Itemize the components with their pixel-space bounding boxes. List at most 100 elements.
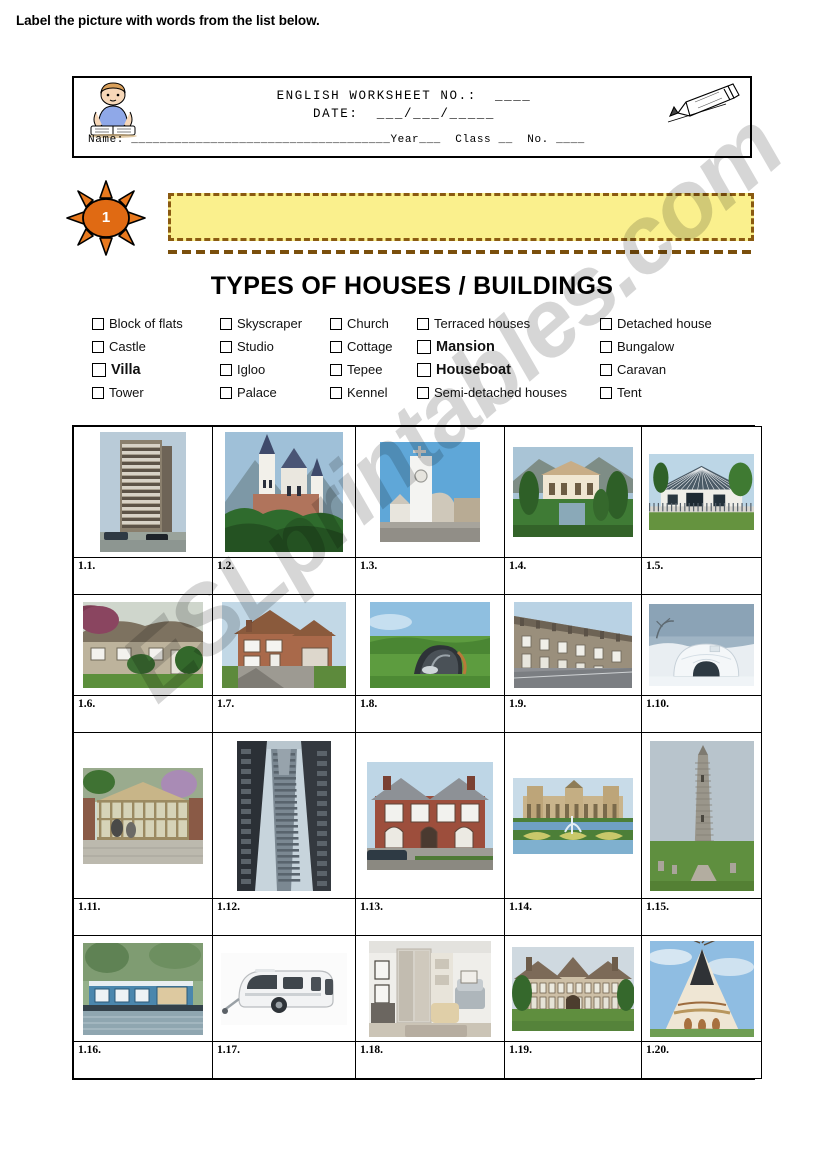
picture-cell-image-area (642, 595, 761, 695)
word-bank-item[interactable]: Houseboat (417, 363, 511, 378)
word-bank-item[interactable]: Mansion (417, 340, 495, 355)
picture-cell-answer-blank[interactable] (505, 710, 641, 732)
word-bank-item[interactable]: Church (330, 317, 389, 330)
picture-grid-cell[interactable]: 1.12. (212, 732, 356, 936)
picture-grid-cell[interactable]: 1.19. (504, 935, 642, 1079)
checkbox-icon[interactable] (92, 363, 106, 378)
word-bank-item[interactable]: Caravan (600, 363, 666, 376)
picture-grid-cell[interactable]: 1.6. (73, 594, 213, 733)
checkbox-icon[interactable] (417, 386, 429, 399)
checkbox-icon[interactable] (92, 386, 104, 399)
picture-grid-cell[interactable]: 1.15. (641, 732, 762, 936)
word-bank-item[interactable]: Detached house (600, 317, 712, 330)
picture-cell-number: 1.9. (509, 698, 527, 710)
word-bank-label: Block of flats (109, 316, 183, 331)
picture-grid-cell[interactable]: 1.13. (355, 732, 505, 936)
thatched-stone-cottage-photo (83, 602, 203, 688)
picture-grid-cell[interactable]: 1.20. (641, 935, 762, 1079)
picture-cell-image-area (74, 936, 212, 1041)
checkbox-icon[interactable] (417, 363, 431, 378)
picture-grid-cell[interactable]: 1.1. (73, 426, 213, 595)
picture-cell-answer-blank[interactable] (642, 1056, 761, 1078)
mansion-with-gardens-photo (513, 447, 633, 537)
word-bank-label: Kennel (347, 385, 388, 400)
word-bank-item[interactable]: Cottage (330, 340, 393, 353)
checkbox-icon[interactable] (600, 317, 612, 330)
picture-cell-answer-blank[interactable] (505, 572, 641, 594)
word-bank-item[interactable]: Studio (220, 340, 274, 353)
picture-cell-answer-blank[interactable] (505, 1056, 641, 1078)
picture-cell-answer-blank[interactable] (74, 572, 212, 594)
picture-cell-number: 1.1. (78, 560, 96, 572)
checkbox-icon[interactable] (92, 340, 104, 353)
checkbox-icon[interactable] (220, 386, 232, 399)
picture-cell-answer-blank[interactable] (74, 1056, 212, 1078)
word-bank-item[interactable]: Bungalow (600, 340, 674, 353)
word-bank-item[interactable]: Palace (220, 386, 277, 399)
picture-cell-answer-blank[interactable] (356, 710, 504, 732)
picture-grid-cell[interactable]: 1.14. (504, 732, 642, 936)
worksheet-number-line: ENGLISH WORKSHEET NO.: ____ (276, 89, 532, 103)
word-bank-item[interactable]: Villa (92, 363, 141, 378)
picture-cell-answer-blank[interactable] (213, 913, 355, 935)
picture-cell-answer-blank[interactable] (642, 710, 761, 732)
terraced-houses-street-photo (514, 602, 632, 688)
checkbox-icon[interactable] (330, 340, 342, 353)
word-bank-label: Bungalow (617, 339, 675, 354)
picture-cell-answer-blank[interactable] (213, 572, 355, 594)
word-bank-item[interactable]: Tower (92, 386, 144, 399)
picture-cell-image-area (642, 427, 761, 557)
checkbox-icon[interactable] (417, 340, 431, 355)
word-bank-item[interactable]: Skyscraper (220, 317, 302, 330)
picture-grid-cell[interactable]: 1.2. (212, 426, 356, 595)
word-bank-item[interactable]: Tepee (330, 363, 382, 376)
picture-grid-cell[interactable]: 1.11. (73, 732, 213, 936)
word-bank-item[interactable]: Igloo (220, 363, 265, 376)
picture-cell-image-area (505, 427, 641, 557)
picture-grid-cell[interactable]: 1.17. (212, 935, 356, 1079)
checkbox-icon[interactable] (330, 317, 342, 330)
picture-grid-row: 1.1. 1.2. 1.3. 1.4. 1.5. (73, 426, 762, 595)
picture-grid-cell[interactable]: 1.4. (504, 426, 642, 595)
checkbox-icon[interactable] (600, 363, 612, 376)
checkbox-icon[interactable] (330, 386, 342, 399)
word-bank-item[interactable]: Castle (92, 340, 146, 353)
picture-grid-cell[interactable]: 1.18. (355, 935, 505, 1079)
word-bank-item[interactable]: Block of flats (92, 317, 183, 330)
picture-cell-image-area (213, 595, 355, 695)
picture-cell-answer-blank[interactable] (642, 913, 761, 935)
picture-cell-answer-blank[interactable] (213, 710, 355, 732)
checkbox-icon[interactable] (417, 317, 429, 330)
picture-cell-answer-blank[interactable] (74, 913, 212, 935)
brick-detached-house-photo (222, 602, 346, 688)
word-bank-item[interactable]: Tent (600, 386, 642, 399)
word-bank-item[interactable]: Terraced houses (417, 317, 530, 330)
checkbox-icon[interactable] (220, 363, 232, 376)
picture-cell-number: 1.8. (360, 698, 378, 710)
picture-cell-answer-blank[interactable] (356, 572, 504, 594)
checkbox-icon[interactable] (600, 386, 612, 399)
picture-cell-answer-blank[interactable] (356, 1056, 504, 1078)
picture-cell-answer-blank[interactable] (356, 913, 504, 935)
picture-cell-answer-blank[interactable] (642, 572, 761, 594)
word-bank-item[interactable]: Semi-detached houses (417, 386, 567, 399)
picture-grid-cell[interactable]: 1.7. (212, 594, 356, 733)
picture-cell-answer-blank[interactable] (74, 710, 212, 732)
picture-grid-cell[interactable]: 1.5. (641, 426, 762, 595)
checkbox-icon[interactable] (330, 363, 342, 376)
picture-grid-cell[interactable]: 1.8. (355, 594, 505, 733)
picture-grid-cell[interactable]: 1.3. (355, 426, 505, 595)
picture-grid-cell[interactable]: 1.9. (504, 594, 642, 733)
picture-grid-cell[interactable]: 1.10. (641, 594, 762, 733)
picture-cell-number: 1.13. (360, 901, 383, 913)
checkbox-icon[interactable] (92, 317, 104, 330)
checkbox-icon[interactable] (220, 317, 232, 330)
word-bank-item[interactable]: Kennel (330, 386, 387, 399)
picture-cell-answer-blank[interactable] (213, 1056, 355, 1078)
worksheet-date-line: DATE: ___/___/_____ (312, 107, 496, 121)
picture-cell-answer-blank[interactable] (505, 913, 641, 935)
picture-cell-image-area (505, 936, 641, 1041)
picture-grid-cell[interactable]: 1.16. (73, 935, 213, 1079)
checkbox-icon[interactable] (220, 340, 232, 353)
checkbox-icon[interactable] (600, 340, 612, 353)
